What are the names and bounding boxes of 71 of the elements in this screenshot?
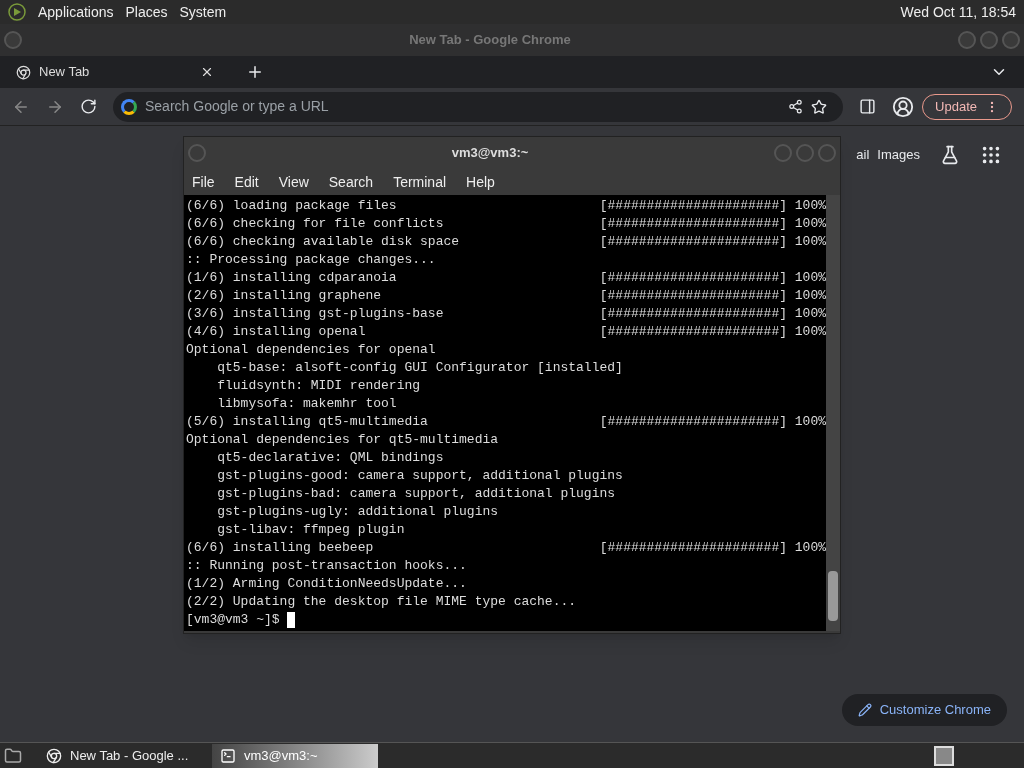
gmail-link[interactable]: ail [856,145,870,165]
panel-menu[interactable]: Applications [38,1,114,23]
panel-menu[interactable]: System [179,1,227,23]
clock: Wed Oct 11, 18:54 [900,2,1016,22]
output-line: libmysofa: makemhr tool [216,395,397,413]
logo-icon[interactable] [8,3,26,21]
output-line: (6/6) loading package files [186,197,397,215]
output-line: Optional dependencies for qt5-multimedia [186,431,499,449]
workspace-icon[interactable] [934,745,954,766]
panel-menu[interactable]: Places [125,1,168,23]
output-line: qt5-base: alsoft-config GUI Configurator [installed] [216,359,623,377]
address-field[interactable]: Search Google or type a URL [145,96,781,117]
progress-text: [######################] 100% [599,413,826,431]
progress-text: [######################] 100% [599,215,826,233]
cursor [286,612,295,628]
output-line: gst-plugins-bad: camera support, additional plugins [216,485,616,503]
output-line: (2/6) installing graphene [186,287,382,305]
progress-text: [######################] 100% [599,323,826,341]
images-link[interactable]: Images [877,145,920,165]
progress-text: [######################] 100% [599,197,826,215]
google-icon [121,98,137,115]
output-line: (3/6) installing gst-plugins-base [186,305,444,323]
chrome-icon [46,747,62,764]
progress-text: [######################] 100% [599,233,826,251]
output-line: Optional dependencies for openal [186,341,436,359]
profile-icon[interactable] [892,95,915,118]
scrollbar[interactable] [826,195,840,631]
progress-text: [######################] 100% [599,539,826,557]
menu-item[interactable]: Edit [234,171,259,193]
new-tab-icon[interactable] [246,63,264,81]
terminal-icon [220,747,236,764]
progress-text: [######################] 100% [599,269,826,287]
taskbar-button[interactable]: vm3@vm3:~ [212,743,378,768]
flask-icon[interactable] [940,145,960,165]
menu-item[interactable]: Terminal [393,171,447,193]
menu-item[interactable]: File [192,171,215,193]
window-title: vm3@vm3:~ [450,144,530,163]
chrome-icon [16,64,31,80]
omnibox[interactable]: Search Google or type a URL [113,91,844,122]
output-line: fluidsynth: MIDI rendering [216,377,421,395]
menu-item[interactable]: Help [466,171,495,193]
close-icon[interactable] [200,65,214,79]
output-line: (2/2) Updating the desktop file MIME type cache... [186,593,577,611]
output-line: gst-plugins-ugly: additional plugins [216,503,499,521]
apps-icon[interactable] [980,144,1002,166]
side-panel-icon[interactable] [859,98,877,115]
output-line: :: Processing package changes... [186,251,436,269]
customize-button[interactable]: Customize Chrome [841,694,1007,726]
output-line: (6/6) checking for file conflicts [186,215,444,233]
progress-text: [######################] 100% [599,287,826,305]
output-line: gst-libav: ffmpeg plugin [216,521,405,539]
output-line: qt5-declarative: QML bindings [216,449,444,467]
output-line: gst-plugins-good: camera support, additional plugins [216,467,623,485]
taskbar-button[interactable]: New Tab - Google ... [38,743,204,768]
prompt: [vm3@vm3 ~]$ [186,611,280,629]
folder-icon[interactable] [4,746,22,765]
menu-item[interactable]: View [278,171,309,193]
output-line: (6/6) checking available disk space [186,233,460,251]
output-line: (5/6) installing qt5-multimedia [186,413,428,431]
output-line: (6/6) installing beebeep [186,539,374,557]
share-icon[interactable] [788,99,804,114]
output-line: (1/2) Arming ConditionNeedsUpdate... [186,575,467,593]
window-title: New Tab - Google Chrome [408,31,572,50]
reload-icon[interactable] [80,98,97,115]
output-line: (4/6) installing openal [186,323,366,341]
progress-text: [######################] 100% [599,305,826,323]
star-icon[interactable] [811,98,828,115]
menu-item[interactable]: Search [328,171,374,193]
pencil-icon [857,703,872,717]
output-line: (1/6) installing cdparanoia [186,269,397,287]
output-line: :: Running post-transaction hooks... [186,557,467,575]
